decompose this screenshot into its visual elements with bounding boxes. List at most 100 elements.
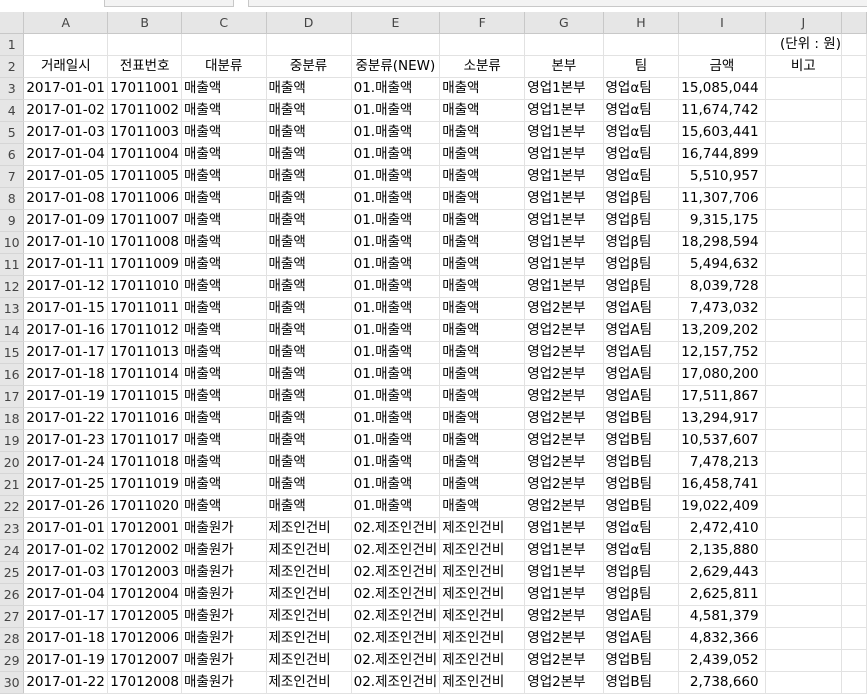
cell-e29[interactable]: 02.제조인건비 <box>351 649 441 672</box>
row-header[interactable]: 2 <box>0 55 25 78</box>
cell-h26[interactable]: 영업β팀 <box>603 583 680 606</box>
cell-e10[interactable]: 01.매출액 <box>351 231 441 254</box>
cell-d26[interactable]: 제조인건비 <box>266 583 352 606</box>
cell-j3[interactable] <box>765 77 842 100</box>
header-cell-g[interactable]: 본부 <box>524 55 604 78</box>
cell-b8[interactable]: 17011006 <box>107 187 183 210</box>
cell-k1[interactable] <box>841 33 867 56</box>
cell-b16[interactable]: 17011014 <box>107 363 183 386</box>
cell-c16[interactable]: 매출액 <box>181 363 267 386</box>
cell-b29[interactable]: 17012007 <box>107 649 183 672</box>
cell-h29[interactable]: 영업B팀 <box>603 649 680 672</box>
row-header[interactable]: 4 <box>0 99 25 122</box>
cell-b6[interactable]: 17011004 <box>107 143 183 166</box>
cell-f15[interactable]: 매출액 <box>439 341 526 364</box>
cell-a11[interactable]: 2017-01-11 <box>23 253 109 276</box>
cell-h21[interactable]: 영업B팀 <box>603 473 680 496</box>
row-header[interactable]: 23 <box>0 517 25 540</box>
cell-c6[interactable]: 매출액 <box>181 143 267 166</box>
cell-j4[interactable] <box>765 99 842 122</box>
column-header-a[interactable]: A <box>23 12 109 34</box>
cell-k25[interactable] <box>841 561 867 584</box>
cell-b27[interactable]: 17012005 <box>107 605 183 628</box>
cell-j29[interactable] <box>765 649 842 672</box>
cell-a22[interactable]: 2017-01-26 <box>23 495 109 518</box>
cell-h18[interactable]: 영업B팀 <box>603 407 680 430</box>
cell-c4[interactable]: 매출액 <box>181 99 267 122</box>
row-header[interactable]: 24 <box>0 539 25 562</box>
column-header-b[interactable]: B <box>107 12 183 34</box>
cell-e12[interactable]: 01.매출액 <box>351 275 441 298</box>
cell-g14[interactable]: 영업2본부 <box>524 319 604 342</box>
cell-d3[interactable]: 매출액 <box>266 77 352 100</box>
cell-k28[interactable] <box>841 627 867 650</box>
cell-j25[interactable] <box>765 561 842 584</box>
row-header[interactable]: 20 <box>0 451 25 474</box>
cell-a15[interactable]: 2017-01-17 <box>23 341 109 364</box>
cell-g11[interactable]: 영업1본부 <box>524 253 604 276</box>
column-header-k[interactable] <box>841 12 867 34</box>
cell-e8[interactable]: 01.매출액 <box>351 187 441 210</box>
cell-k3[interactable] <box>841 77 867 100</box>
cell-g1[interactable] <box>524 33 604 56</box>
row-header[interactable]: 25 <box>0 561 25 584</box>
cell-a8[interactable]: 2017-01-08 <box>23 187 109 210</box>
cell-k24[interactable] <box>841 539 867 562</box>
cell-b1[interactable] <box>107 33 183 56</box>
cell-j10[interactable] <box>765 231 842 254</box>
cell-d28[interactable]: 제조인건비 <box>266 627 352 650</box>
row-header[interactable]: 29 <box>0 649 25 672</box>
cell-d1[interactable] <box>266 33 352 56</box>
cell-k17[interactable] <box>841 385 867 408</box>
cell-f20[interactable]: 매출액 <box>439 451 526 474</box>
cell-i16[interactable]: 17,080,200 <box>678 363 766 386</box>
cell-k18[interactable] <box>841 407 867 430</box>
cell-e28[interactable]: 02.제조인건비 <box>351 627 441 650</box>
cell-g7[interactable]: 영업1본부 <box>524 165 604 188</box>
cell-h13[interactable]: 영업A팀 <box>603 297 680 320</box>
row-header[interactable]: 26 <box>0 583 25 606</box>
cell-e7[interactable]: 01.매출액 <box>351 165 441 188</box>
cell-g29[interactable]: 영업2본부 <box>524 649 604 672</box>
cell-h6[interactable]: 영업α팀 <box>603 143 680 166</box>
column-header-e[interactable]: E <box>351 12 441 34</box>
cell-h19[interactable]: 영업B팀 <box>603 429 680 452</box>
cell-h14[interactable]: 영업A팀 <box>603 319 680 342</box>
cell-e26[interactable]: 02.제조인건비 <box>351 583 441 606</box>
cell-a18[interactable]: 2017-01-22 <box>23 407 109 430</box>
cell-a28[interactable]: 2017-01-18 <box>23 627 109 650</box>
cell-i15[interactable]: 12,157,752 <box>678 341 766 364</box>
cell-e9[interactable]: 01.매출액 <box>351 209 441 232</box>
cell-d18[interactable]: 매출액 <box>266 407 352 430</box>
cell-d30[interactable]: 제조인건비 <box>266 671 352 694</box>
cell-k22[interactable] <box>841 495 867 518</box>
formula-bar[interactable] <box>248 0 867 7</box>
cell-e5[interactable]: 01.매출액 <box>351 121 441 144</box>
cell-i17[interactable]: 17,511,867 <box>678 385 766 408</box>
cell-b7[interactable]: 17011005 <box>107 165 183 188</box>
cell-i4[interactable]: 11,674,742 <box>678 99 766 122</box>
cell-j21[interactable] <box>765 473 842 496</box>
cell-h27[interactable]: 영업A팀 <box>603 605 680 628</box>
cell-a12[interactable]: 2017-01-12 <box>23 275 109 298</box>
cell-k15[interactable] <box>841 341 867 364</box>
cell-c24[interactable]: 매출원가 <box>181 539 267 562</box>
column-header-c[interactable]: C <box>181 12 267 34</box>
cell-f22[interactable]: 매출액 <box>439 495 526 518</box>
cell-c9[interactable]: 매출액 <box>181 209 267 232</box>
cell-a30[interactable]: 2017-01-22 <box>23 671 109 694</box>
cell-j27[interactable] <box>765 605 842 628</box>
cell-f17[interactable]: 매출액 <box>439 385 526 408</box>
cell-a10[interactable]: 2017-01-10 <box>23 231 109 254</box>
row-header[interactable]: 8 <box>0 187 25 210</box>
cell-h28[interactable]: 영업A팀 <box>603 627 680 650</box>
column-header-i[interactable]: I <box>678 12 766 34</box>
cell-b21[interactable]: 17011019 <box>107 473 183 496</box>
cell-g24[interactable]: 영업1본부 <box>524 539 604 562</box>
cell-k19[interactable] <box>841 429 867 452</box>
cell-k27[interactable] <box>841 605 867 628</box>
cell-e21[interactable]: 01.매출액 <box>351 473 441 496</box>
cell-h5[interactable]: 영업α팀 <box>603 121 680 144</box>
cell-k10[interactable] <box>841 231 867 254</box>
cell-e3[interactable]: 01.매출액 <box>351 77 441 100</box>
